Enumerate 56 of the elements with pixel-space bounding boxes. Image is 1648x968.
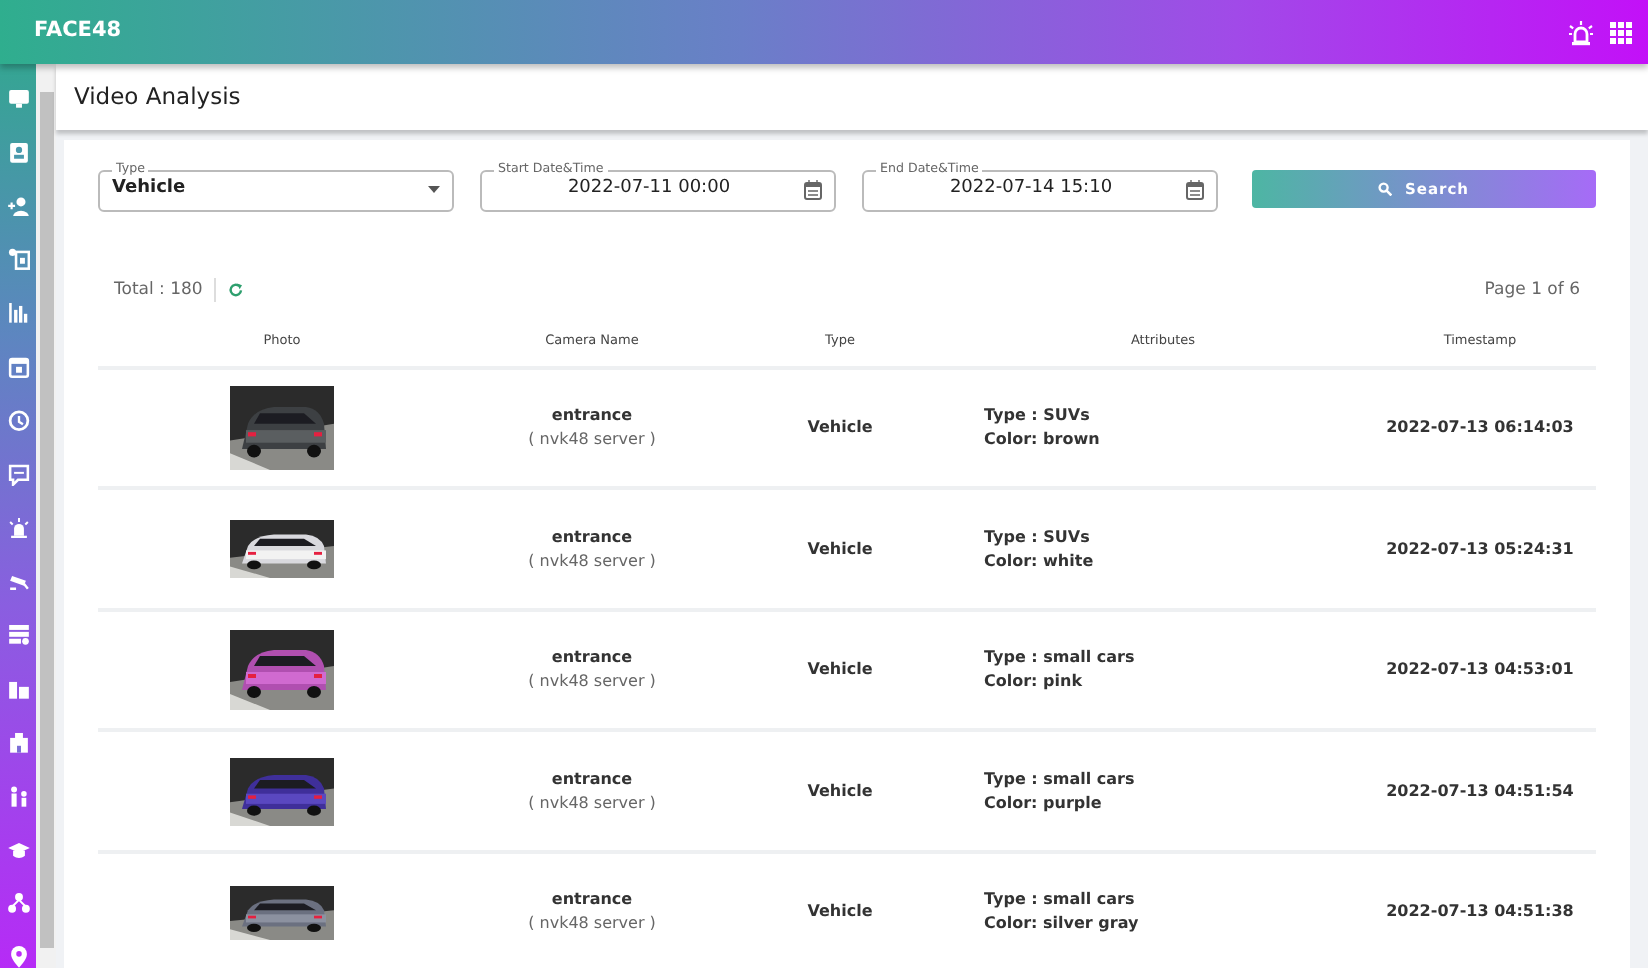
timestamp-cell: 2022-07-13 06:14:03 bbox=[1386, 418, 1574, 436]
alarm-icon[interactable] bbox=[1568, 19, 1594, 45]
type-cell: Vehicle bbox=[807, 539, 873, 557]
graduation-cap-icon[interactable] bbox=[7, 839, 29, 861]
search-icon bbox=[1378, 182, 1393, 196]
type-cell: Vehicle bbox=[807, 902, 873, 920]
attribute-type: Type : small cars bbox=[984, 888, 1137, 912]
attribute-type: Type : small cars bbox=[984, 767, 1137, 791]
attribute-type: Type : small cars bbox=[984, 646, 1137, 670]
add-user-icon[interactable] bbox=[7, 195, 29, 217]
timestamp-cell: 2022-07-13 04:51:54 bbox=[1386, 781, 1574, 799]
server-name: ( nvk48 server ) bbox=[526, 428, 658, 452]
camera-name: entrance bbox=[549, 525, 635, 549]
attribute-type: Type : SUVs bbox=[984, 525, 1092, 549]
timestamp-cell: 2022-07-13 05:24:31 bbox=[1386, 539, 1574, 557]
server-name: ( nvk48 server ) bbox=[526, 670, 658, 694]
type-cell: Vehicle bbox=[807, 781, 873, 799]
attribute-color: Color: brown bbox=[984, 428, 1102, 452]
pagination-label: Page 1 of 6 bbox=[1484, 278, 1580, 304]
type-cell: Vehicle bbox=[807, 418, 873, 436]
camera-name: entrance bbox=[549, 767, 635, 791]
brand-logo: FACE48 bbox=[34, 16, 122, 47]
attribute-color: Color: silver gray bbox=[984, 912, 1141, 936]
type-cell: Vehicle bbox=[807, 660, 873, 678]
bar-chart-icon[interactable] bbox=[7, 302, 29, 325]
buildings-icon[interactable] bbox=[7, 678, 29, 700]
total-count: Total : 180 bbox=[114, 278, 203, 304]
camera-name: entrance bbox=[549, 404, 635, 428]
server-icon[interactable] bbox=[7, 624, 29, 647]
camera-name: entrance bbox=[549, 888, 635, 912]
monitor-icon[interactable] bbox=[7, 88, 29, 110]
scrollbar-thumb[interactable] bbox=[40, 92, 54, 948]
clock-icon[interactable] bbox=[7, 409, 29, 432]
chat-icon[interactable] bbox=[7, 463, 29, 486]
contact-card-icon[interactable] bbox=[7, 141, 29, 164]
calendar-icon[interactable] bbox=[1186, 180, 1204, 201]
location-pin-icon[interactable] bbox=[7, 946, 29, 968]
timestamp-cell: 2022-07-13 04:53:01 bbox=[1386, 660, 1574, 678]
server-name: ( nvk48 server ) bbox=[526, 549, 658, 573]
attribute-type: Type : SUVs bbox=[984, 404, 1092, 428]
timestamp-cell: 2022-07-13 04:51:38 bbox=[1386, 902, 1574, 920]
server-name: ( nvk48 server ) bbox=[526, 912, 658, 936]
server-name: ( nvk48 server ) bbox=[526, 791, 658, 815]
camera-name: entrance bbox=[549, 646, 635, 670]
caret-icon bbox=[428, 186, 440, 195]
siren-icon[interactable] bbox=[7, 517, 29, 539]
building-icon[interactable] bbox=[7, 731, 29, 754]
apps-grid-icon[interactable] bbox=[1610, 21, 1632, 43]
refresh-icon[interactable] bbox=[228, 282, 245, 299]
attribute-color: Color: white bbox=[984, 549, 1096, 573]
people-icon[interactable] bbox=[7, 785, 29, 808]
attribute-color: Color: purple bbox=[984, 791, 1104, 815]
attribute-color: Color: pink bbox=[984, 670, 1085, 694]
network-icon[interactable] bbox=[7, 892, 29, 915]
page-title: Video Analysis bbox=[74, 79, 241, 114]
calendar-icon[interactable] bbox=[804, 180, 822, 201]
